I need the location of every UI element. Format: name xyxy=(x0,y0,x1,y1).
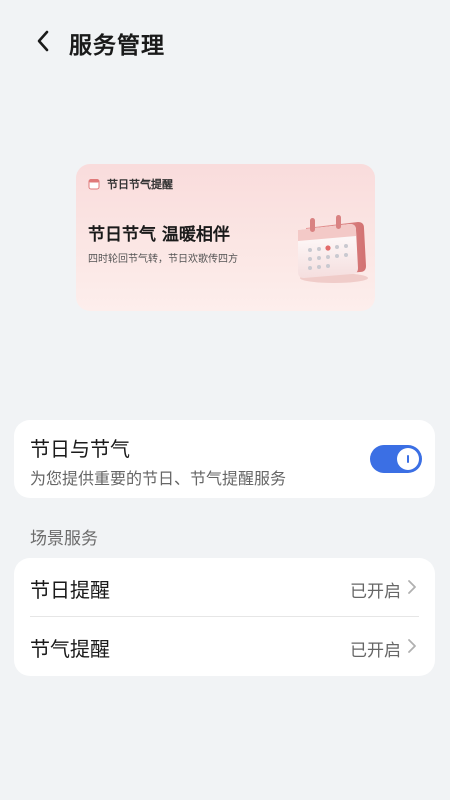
switch-on-mark xyxy=(407,455,409,463)
chevron-right-icon xyxy=(408,580,416,594)
switch-knob xyxy=(397,448,419,470)
calendar-icon xyxy=(298,215,368,283)
list-item-holiday-reminder[interactable]: 节日提醒 已开启 xyxy=(14,558,435,617)
calendar-small-icon xyxy=(88,179,100,190)
banner-subtitle: 四时轮回节气转，节日欢歌传四方 xyxy=(88,254,238,265)
header: 服务管理 xyxy=(0,0,450,82)
holiday-solar-term-switch[interactable] xyxy=(370,445,422,473)
chevron-right-icon xyxy=(408,639,416,653)
row-status: 已开启 xyxy=(350,582,401,602)
row-status: 已开启 xyxy=(350,641,401,661)
holiday-solar-term-toggle-card: 节日与节气 为您提供重要的节日、节气提醒服务 xyxy=(14,420,435,498)
row-title: 节日提醒 xyxy=(30,578,110,602)
banner-app-row: 节日节气提醒 xyxy=(88,176,173,192)
section-label-scene-services: 场景服务 xyxy=(30,529,98,549)
banner-headline: 节日节气 温暖相伴 xyxy=(88,225,230,245)
scene-services-list: 节日提醒 已开启 节气提醒 已开启 xyxy=(14,558,435,676)
back-button[interactable] xyxy=(28,26,58,56)
chevron-left-icon xyxy=(37,30,49,52)
list-item-solar-term-reminder[interactable]: 节气提醒 已开启 xyxy=(14,617,435,676)
toggle-title: 节日与节气 xyxy=(30,437,130,461)
promo-banner[interactable]: 节日节气提醒 节日节气 温暖相伴 四时轮回节气转，节日欢歌传四方 xyxy=(76,164,375,311)
toggle-description: 为您提供重要的节日、节气提醒服务 xyxy=(30,469,287,488)
row-title: 节气提醒 xyxy=(30,637,110,661)
banner-app-name: 节日节气提醒 xyxy=(107,178,173,191)
page-title: 服务管理 xyxy=(69,33,165,59)
